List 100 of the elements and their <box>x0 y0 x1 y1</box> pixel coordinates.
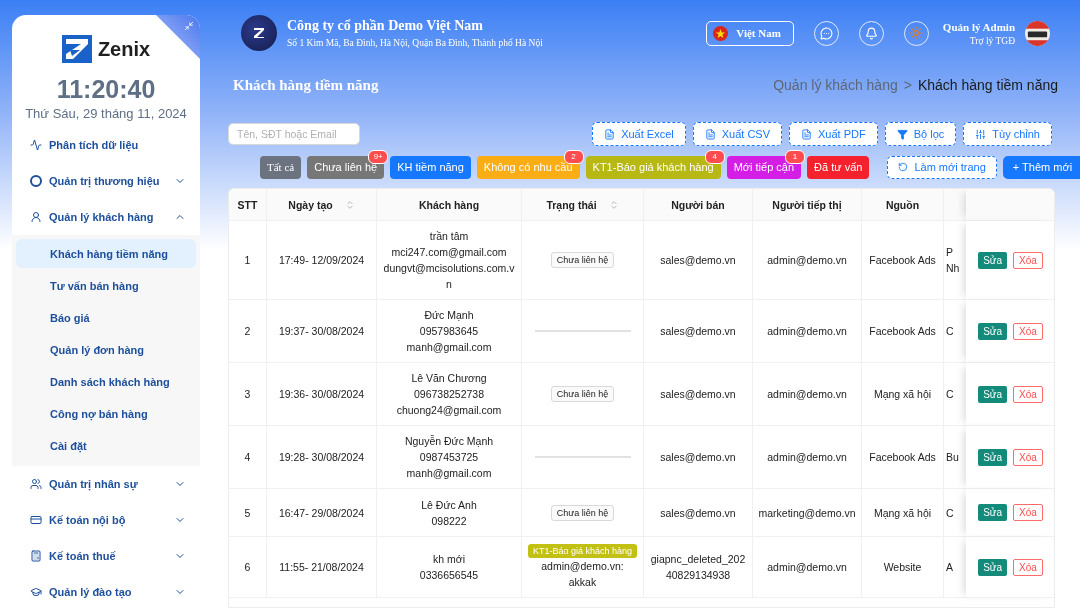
bell-icon <box>864 26 878 40</box>
toolbar-button[interactable]: Xuất Excel <box>592 122 686 146</box>
table-cell: Facebook Ads <box>862 221 944 300</box>
toolbar-button[interactable]: Xuất CSV <box>692 122 783 146</box>
table-cell: admin@demo.vn <box>753 426 862 489</box>
edit-button[interactable]: Sửa <box>978 251 1008 269</box>
table-cell: sales@demo.vn <box>644 221 753 300</box>
document-icon <box>801 128 813 140</box>
customer-cell: trần tâm mci247.com@gmail.com dungvt@mcisolutions.com.vn <box>377 221 522 300</box>
menu-item[interactable]: Kế toán nội bộ <box>12 502 200 538</box>
logo-icon <box>61 35 92 63</box>
person-icon <box>30 211 42 223</box>
table-cell: 19:28- 30/08/2024 <box>267 426 377 489</box>
breadcrumb-separator: > <box>903 77 912 93</box>
delete-button[interactable]: Xóa <box>1013 251 1043 269</box>
submenu-item[interactable]: Báo giá <box>16 303 196 332</box>
submenu-item[interactable]: Cài đặt <box>16 431 196 460</box>
table-cell: 17:49- 12/09/2024 <box>267 221 377 300</box>
menu-item[interactable]: Quản lý khách hàng <box>12 199 200 235</box>
page-title: Khách hàng tiềm năng <box>233 76 380 94</box>
menu-item[interactable]: Quản trị thương hiệu <box>12 163 200 199</box>
table-cell: 2 <box>229 300 267 363</box>
table-cell: Mạng xã hội <box>862 489 944 537</box>
table-cell: 16:47- 29/08/2024 <box>267 489 377 537</box>
people-icon <box>30 478 42 490</box>
status-tag: Chưa liên hệ <box>550 504 615 521</box>
edit-button[interactable]: Sửa <box>978 558 1008 576</box>
breadcrumb-link[interactable]: Quản lý khách hàng <box>773 77 898 93</box>
delete-button[interactable]: Xóa <box>1013 558 1043 576</box>
user-role: Trợ lý TGĐ <box>969 35 1015 46</box>
menu-item[interactable]: Kế toán thuế <box>12 538 200 574</box>
company-logo <box>241 15 277 51</box>
column-header: Người tiếp thị <box>753 189 862 221</box>
add-button[interactable]: + Thêm mới <box>1002 155 1080 179</box>
column-header[interactable]: Trạng thái <box>522 189 644 221</box>
menu-item[interactable]: Phân tích dữ liệu <box>12 127 200 163</box>
edit-button[interactable]: Sửa <box>978 504 1008 521</box>
toolbar-button[interactable]: Bộ lọc <box>884 122 957 146</box>
column-header[interactable]: Ngày tạo <box>267 189 377 221</box>
table-cell: 19:36- 30/08/2024 <box>267 363 377 426</box>
language-button[interactable]: Việt Nam <box>706 20 794 46</box>
graduation-cap-icon <box>30 586 42 598</box>
table-cell: sales@demo.vn <box>644 363 753 426</box>
breadcrumb-current: Khách hàng tiềm năng <box>917 77 1058 93</box>
avatar <box>1025 20 1050 46</box>
table-cell: admin@demo.vn <box>753 221 862 300</box>
submenu-item[interactable]: Khách hàng tiềm năng <box>16 239 196 268</box>
count-badge: 1 <box>785 149 806 164</box>
flag-icon <box>713 25 729 41</box>
sort-icon <box>344 199 355 210</box>
status-filter-chip[interactable]: Tất cả <box>260 155 302 179</box>
submenu-item[interactable]: Tư vấn bán hàng <box>16 271 196 300</box>
menu-item[interactable]: Quản lý đào tạo <box>12 574 200 608</box>
customer-cell: Lê Đức Anh 098222 <box>377 489 522 537</box>
toolbar-button[interactable]: Tùy chỉnh <box>963 122 1052 146</box>
edit-button[interactable]: Sửa <box>978 448 1008 466</box>
status-filter-chip[interactable]: KH tiềm năng <box>390 155 471 179</box>
submenu-item[interactable]: Quản lý đơn hàng <box>16 335 196 364</box>
count-badge: 2 <box>563 149 584 164</box>
chat-icon <box>819 26 833 40</box>
card-icon <box>30 514 42 526</box>
delete-button[interactable]: Xóa <box>1013 448 1043 466</box>
toolbar-button[interactable]: Xuất PDF <box>789 122 878 146</box>
document-icon <box>704 128 716 140</box>
status-filter-chip[interactable]: Đã tư vấn <box>807 155 870 179</box>
filter-icon <box>896 128 908 140</box>
table-cell: 11:55- 21/08/2024 <box>267 537 377 598</box>
table-cell: 3 <box>229 363 267 426</box>
delete-button[interactable]: Xóa <box>1013 322 1043 340</box>
submenu-item[interactable]: Công nợ bán hàng <box>16 399 196 428</box>
edit-button[interactable]: Sửa <box>978 385 1008 403</box>
table-cell: admin@demo.vn <box>753 537 862 598</box>
column-header: Người bán <box>644 189 753 221</box>
table-cell: sales@demo.vn <box>644 300 753 363</box>
search-field[interactable]: Tên, SĐT hoặc Email <box>228 123 360 145</box>
refresh-icon <box>898 162 909 172</box>
calculator-icon <box>30 550 42 562</box>
menu-item[interactable]: Quản trị nhân sự <box>12 466 200 502</box>
refresh-button[interactable]: Làm mới trang <box>887 155 997 179</box>
customer-cell: Nguyễn Đức Mạnh 0987453725 manh@gmail.com <box>377 426 522 489</box>
table-cell: 4 <box>229 426 267 489</box>
table-cell: giapnc_deleted_20240829134938 <box>644 537 753 598</box>
column-header: STT <box>229 189 267 221</box>
submenu-item[interactable]: Danh sách khách hàng <box>16 367 196 396</box>
ring-icon <box>30 175 42 187</box>
collapse-icon[interactable] <box>184 21 194 31</box>
edit-button[interactable]: Sửa <box>978 322 1008 340</box>
status-tag: Chưa liên hệ <box>550 386 615 402</box>
date-text: Thứ Sáu, 29 tháng 11, 2024 <box>24 106 188 121</box>
document-icon <box>604 128 616 140</box>
column-header: Khách hàng <box>377 189 522 221</box>
table-cell: admin@demo.vn <box>753 300 862 363</box>
customer-cell: kh mới 0336656545 <box>377 537 522 598</box>
sun-icon <box>909 26 924 40</box>
delete-button[interactable]: Xóa <box>1013 504 1043 521</box>
delete-button[interactable]: Xóa <box>1013 385 1043 403</box>
table-cell: Mạng xã hội <box>862 363 944 426</box>
logo-text: Zenix <box>97 37 151 61</box>
table-cell: Facebook Ads <box>862 426 944 489</box>
table-cell: Facebook Ads <box>862 300 944 363</box>
